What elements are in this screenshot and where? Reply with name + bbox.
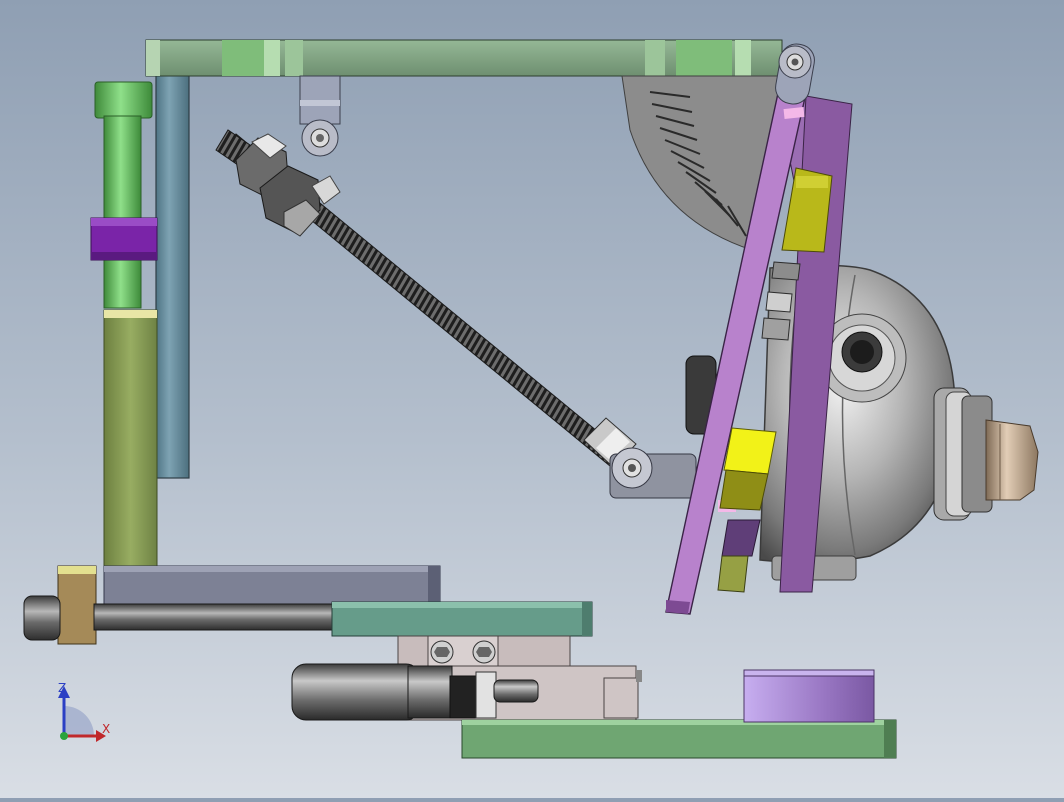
clamp-slide[interactable] (331, 601, 593, 637)
collar[interactable] (90, 217, 158, 261)
cylinder[interactable] (291, 663, 642, 721)
triad-plane (64, 706, 94, 736)
adjust-knob[interactable] (23, 565, 97, 645)
cad-viewport[interactable]: Z X (0, 0, 1064, 798)
y-axis-dot (60, 732, 68, 740)
top-frame-bar[interactable] (145, 39, 783, 77)
nozzle[interactable] (985, 419, 1039, 501)
assembly-drawing: Z X (23, 39, 1039, 759)
z-axis-label: Z (58, 681, 66, 695)
vertical-post[interactable] (155, 67, 190, 479)
hanger-link[interactable] (299, 75, 341, 157)
base-plate[interactable] (461, 719, 897, 759)
cap-screw-right (472, 640, 496, 664)
flange-ring[interactable] (933, 387, 993, 521)
base-beam[interactable] (103, 565, 441, 607)
x-axis-label: X (102, 722, 110, 736)
adjust-rod[interactable] (93, 603, 341, 631)
clamp-body[interactable] (397, 635, 571, 667)
support-puck[interactable] (743, 669, 875, 723)
guide-rod[interactable] (94, 81, 153, 309)
cap-screw-left (430, 640, 454, 664)
column-block[interactable] (103, 309, 158, 573)
orientation-triad: Z X (58, 681, 110, 742)
